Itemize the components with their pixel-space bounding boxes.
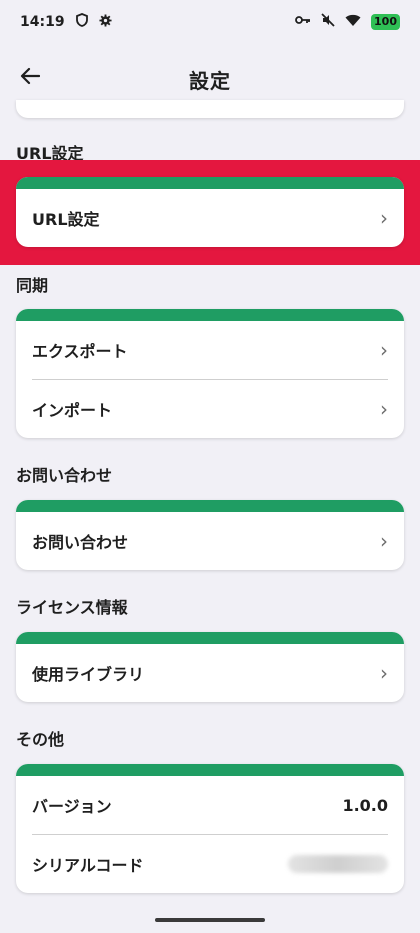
card-accent <box>16 632 404 644</box>
section-label-other: その他 <box>16 730 65 749</box>
libraries-label: 使用ライブラリ <box>32 665 145 684</box>
chevron-right-icon: › <box>380 529 388 553</box>
version-row: バージョン 1.0.0 <box>16 776 404 834</box>
card-accent <box>16 500 404 512</box>
chevron-right-icon: › <box>380 206 388 230</box>
url-settings-label: URL設定 <box>32 210 100 229</box>
import-label: インポート <box>32 401 113 420</box>
mute-icon <box>321 13 335 31</box>
serial-value-redacted <box>288 855 388 873</box>
section-label-contact: お問い合わせ <box>16 466 113 485</box>
card-accent <box>16 309 404 321</box>
version-label: バージョン <box>32 797 112 816</box>
back-arrow-icon <box>20 67 41 89</box>
page-title: 設定 <box>189 68 231 93</box>
card-contact: お問い合わせ › <box>16 500 404 570</box>
contact-label: お問い合わせ <box>32 533 129 552</box>
card-accent <box>16 764 404 776</box>
card-other: バージョン 1.0.0 シリアルコード <box>16 764 404 893</box>
url-settings-item[interactable]: URL設定 › <box>16 189 404 247</box>
back-button[interactable] <box>14 62 46 94</box>
gear-icon <box>99 13 112 31</box>
card-license: 使用ライブラリ › <box>16 632 404 702</box>
chevron-right-icon: › <box>380 338 388 362</box>
scrolled-card-edge <box>16 100 404 118</box>
version-value: 1.0.0 <box>342 795 388 815</box>
import-item[interactable]: インポート › <box>16 380 404 438</box>
serial-row: シリアルコード <box>16 835 404 893</box>
libraries-item[interactable]: 使用ライブラリ › <box>16 644 404 702</box>
card-url: URL設定 › <box>16 177 404 247</box>
serial-label: シリアルコード <box>32 856 144 875</box>
section-label-license: ライセンス情報 <box>16 598 128 617</box>
chevron-right-icon: › <box>380 397 388 421</box>
export-label: エクスポート <box>32 342 128 361</box>
chevron-right-icon: › <box>380 661 388 685</box>
key-icon <box>295 14 311 30</box>
status-bar: 14:19 100 <box>0 0 420 44</box>
section-label-sync: 同期 <box>16 276 49 295</box>
battery-indicator: 100 <box>371 14 400 30</box>
contact-item[interactable]: お問い合わせ › <box>16 512 404 570</box>
status-time: 14:19 <box>20 14 65 30</box>
shield-icon <box>75 13 89 31</box>
home-indicator[interactable] <box>155 918 265 922</box>
card-sync: エクスポート › インポート › <box>16 309 404 438</box>
export-item[interactable]: エクスポート › <box>16 321 404 379</box>
card-accent <box>16 177 404 189</box>
wifi-icon <box>345 14 361 31</box>
